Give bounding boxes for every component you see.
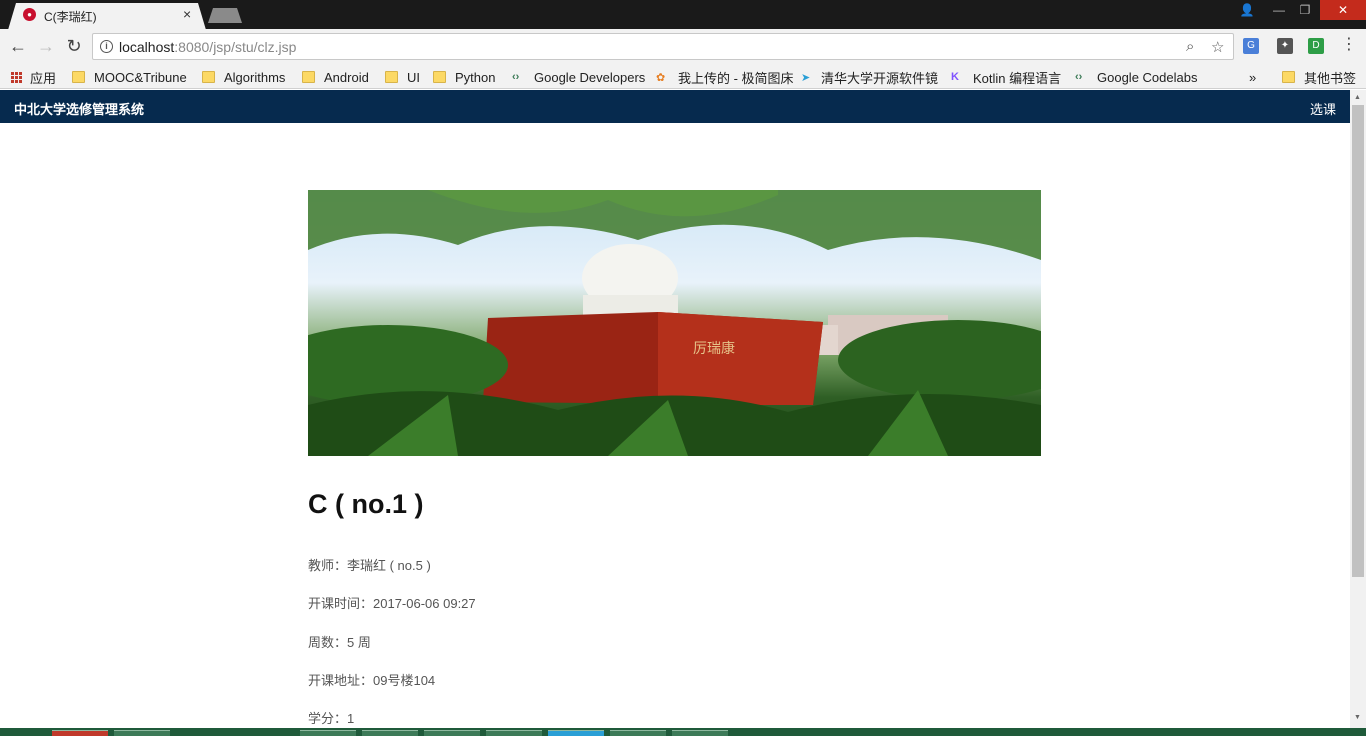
taskbar-item[interactable] [548, 730, 604, 736]
bookmark-label: Kotlin 编程语言 [973, 70, 1062, 86]
bookmark-google-developers[interactable]: ‹› Google Developers [512, 68, 645, 86]
reload-icon[interactable]: ↻ [63, 36, 85, 57]
bookmark-label: 我上传的 - 极简图床 [678, 70, 794, 86]
bookmark-label: Algorithms [224, 69, 286, 85]
bookmark-google-codelabs[interactable]: ‹› Google Codelabs [1075, 68, 1197, 86]
info-icon[interactable]: i [100, 40, 113, 53]
course-start-time: 开课时间：2017-06-06 09:27 [308, 596, 476, 611]
taskbar-item[interactable] [672, 730, 728, 736]
bookmarks-overflow-button[interactable]: » [1249, 68, 1256, 86]
browser-titlebar: ● C(李瑞红) × 👤 — ❐ ✕ [0, 0, 1366, 30]
folder-icon [433, 71, 446, 83]
maximize-button[interactable]: ❐ [1290, 0, 1320, 20]
campus-statue-photo: 厉瑞康 [308, 190, 1041, 456]
taskbar-item[interactable] [362, 730, 418, 736]
bookmarks-bar: 应用 MOOC&Tribune Algorithms Android UI Py… [0, 64, 1366, 89]
zoom-icon[interactable]: ⌕ [1186, 38, 1194, 55]
bookmark-label: Android [324, 69, 369, 85]
course-teacher: 教师：李瑞红 ( no.5 ) [308, 558, 431, 573]
bookmark-label: MOOC&Tribune [94, 69, 187, 85]
nav-link-select-course[interactable]: 选课 [1310, 99, 1336, 118]
course-title: C ( no.1 ) [308, 489, 424, 519]
taskbar-item[interactable] [300, 730, 356, 736]
d-extension-icon[interactable]: D [1308, 38, 1324, 54]
bookmark-algorithms[interactable]: Algorithms [202, 68, 285, 86]
bookmark-image-host[interactable]: ✿ 我上传的 - 极简图床 [656, 68, 794, 86]
pinwheel-icon: ✿ [656, 71, 666, 84]
bookmark-star-icon[interactable]: ☆ [1211, 38, 1224, 56]
plinth-inscription: 厉瑞康 [693, 340, 735, 357]
course-weeks: 周数：5 周 [308, 635, 371, 650]
bookmark-label: 清华大学开源软件镜 [820, 70, 938, 86]
bookmark-label: Google Codelabs [1097, 69, 1198, 85]
browser-toolbar: ← → ↻ i localhost:8080/jsp/stu/clz.jsp ⌕… [0, 29, 1366, 64]
bookmark-label: 其他书签 [1304, 70, 1357, 86]
main-content: 厉瑞康 C ( no.1 ) 教师：李瑞红 ( no.5 ) 开课时间：2017… [0, 123, 1350, 728]
kotlin-icon: K [951, 71, 959, 83]
url-path: :8080/jsp/stu/clz.jsp [174, 39, 297, 55]
hero-image-art: 厉瑞康 [308, 190, 1041, 456]
google-dev-icon: ‹› [512, 71, 520, 83]
bookmark-label: Python [455, 69, 496, 85]
bookmark-label: Google Developers [534, 69, 646, 85]
os-taskbar [0, 728, 1366, 736]
site-brand[interactable]: 中北大学选修管理系统 [14, 99, 144, 118]
scroll-up-arrow-icon[interactable]: ▲ [1354, 94, 1361, 101]
back-arrow-icon[interactable]: ← [7, 36, 29, 57]
site-navbar: 中北大学选修管理系统 选课 [0, 90, 1350, 123]
apps-icon [11, 71, 22, 83]
translate-extension-icon[interactable]: G [1243, 38, 1259, 54]
scroll-thumb[interactable] [1352, 105, 1364, 577]
tuna-icon: ➤ [801, 71, 811, 84]
bookmark-mooc[interactable]: MOOC&Tribune [72, 68, 187, 86]
bookmark-apps[interactable]: 应用 [11, 68, 56, 86]
bookmark-tsinghua-mirror[interactable]: ➤ 清华大学开源软件镜 [801, 68, 938, 86]
bookmark-label: 应用 [30, 70, 57, 86]
taskbar-item[interactable] [424, 730, 480, 736]
bookmark-android[interactable]: Android [302, 68, 369, 86]
url-host: localhost [119, 39, 175, 55]
page-scrollbar[interactable]: ▲ ▼ [1350, 90, 1366, 728]
folder-icon [385, 71, 398, 83]
taskbar-item[interactable] [52, 730, 108, 736]
bookmark-ui[interactable]: UI [385, 68, 420, 86]
folder-icon [302, 71, 315, 83]
extension-icon[interactable]: ✦ [1277, 38, 1293, 54]
url-text: localhost:8080/jsp/stu/clz.jsp [119, 39, 296, 55]
folder-icon [1282, 71, 1295, 83]
scroll-down-arrow-icon[interactable]: ▼ [1354, 714, 1361, 721]
course-credits: 学分：1 [308, 711, 355, 726]
bookmark-python[interactable]: Python [433, 68, 495, 86]
bookmark-kotlin[interactable]: K Kotlin 编程语言 [951, 68, 1061, 86]
folder-icon [72, 71, 85, 83]
taskbar-item[interactable] [486, 730, 542, 736]
bookmark-label: UI [407, 69, 420, 85]
tab-close-button[interactable]: × [183, 6, 191, 22]
person-icon[interactable]: 👤 [1232, 0, 1262, 20]
google-dev-icon: ‹› [1075, 71, 1083, 83]
folder-icon [202, 71, 215, 83]
menu-dots-icon[interactable]: ⋮ [1338, 34, 1360, 54]
tab-title: C(李瑞红) [44, 10, 97, 24]
forward-arrow-icon[interactable]: → [35, 36, 57, 57]
address-bar[interactable]: i localhost:8080/jsp/stu/clz.jsp ⌕ ☆ [92, 33, 1234, 60]
new-tab-button[interactable] [208, 8, 242, 23]
taskbar-item[interactable] [114, 730, 170, 736]
tab-active[interactable] [8, 3, 206, 30]
course-location: 开课地址：09号楼104 [308, 673, 436, 688]
tab-favicon-icon: ● [23, 8, 36, 21]
taskbar-item[interactable] [610, 730, 666, 736]
window-close-button[interactable]: ✕ [1320, 0, 1366, 20]
bookmark-other[interactable]: 其他书签 [1282, 68, 1356, 86]
